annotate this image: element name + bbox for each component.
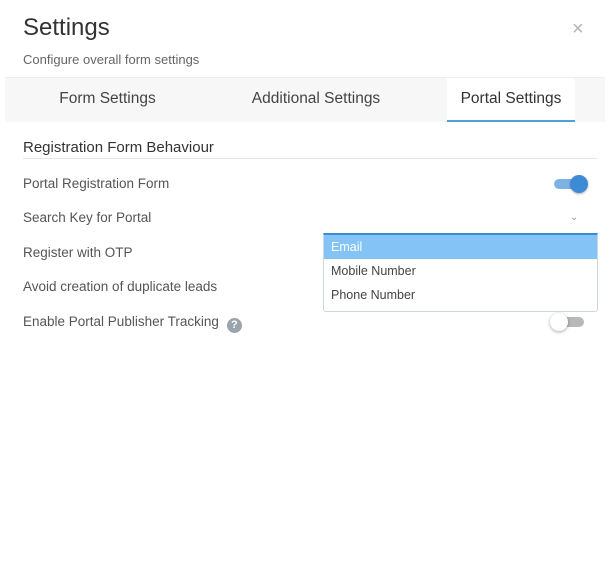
portal-registration-form-label: Portal Registration Form [23, 176, 170, 191]
help-icon[interactable]: ? [226, 318, 242, 333]
settings-modal: Settings Configure overall form settings… [0, 0, 615, 584]
modal-subtitle: Configure overall form settings [23, 52, 200, 67]
tab-form-settings[interactable]: Form Settings [5, 78, 210, 122]
portal-registration-form-toggle[interactable] [554, 175, 588, 193]
search-key-label: Search Key for Portal [23, 210, 152, 225]
search-key-dropdown[interactable]: Email Mobile Number Phone Number [323, 233, 598, 312]
toggle-knob [550, 313, 568, 331]
option-mobile-number[interactable]: Mobile Number [324, 259, 597, 283]
publisher-tracking-label: Enable Portal Publisher Tracking [23, 314, 219, 329]
avoid-duplicates-label: Avoid creation of duplicate leads [23, 279, 218, 294]
publisher-tracking-toggle[interactable] [550, 313, 584, 331]
option-email[interactable]: Email [324, 235, 597, 259]
option-phone-number[interactable]: Phone Number [324, 283, 597, 307]
tab-additional-settings[interactable]: Additional Settings [210, 78, 422, 122]
section-divider [23, 158, 598, 159]
section-title: Registration Form Behaviour [23, 139, 214, 156]
publisher-tracking-row: Enable Portal Publisher Tracking? [23, 314, 242, 333]
register-otp-label: Register with OTP [23, 245, 133, 260]
close-icon[interactable]: × [572, 19, 584, 39]
modal-title: Settings [23, 14, 110, 41]
tab-portal-settings[interactable]: Portal Settings [447, 78, 575, 122]
tab-bar: Form Settings Additional Settings Portal… [5, 77, 605, 122]
toggle-knob [570, 175, 588, 193]
chevron-down-icon[interactable]: ⌄ [570, 212, 578, 223]
